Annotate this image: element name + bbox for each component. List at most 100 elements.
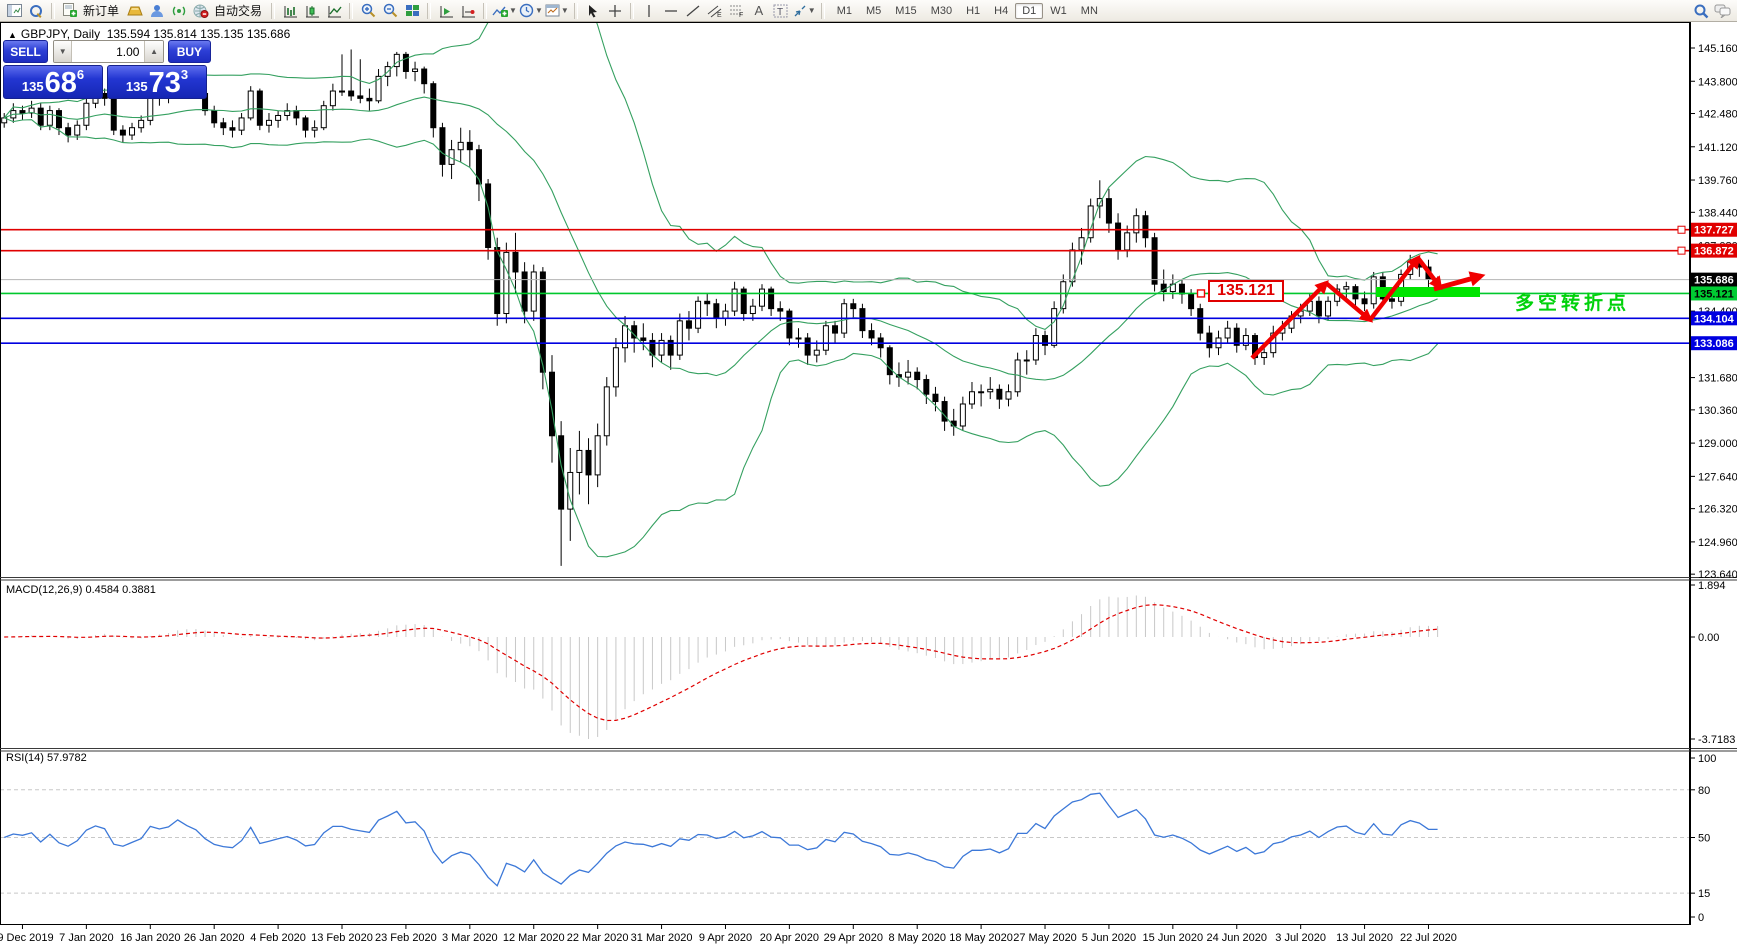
toolbar-separator xyxy=(349,3,353,19)
svg-text:139.760: 139.760 xyxy=(1698,175,1737,187)
sell-price-display[interactable]: 135 68 6 xyxy=(3,65,103,99)
buy-button[interactable]: BUY xyxy=(168,40,211,63)
cursor-icon[interactable] xyxy=(583,2,603,20)
tile-windows-icon[interactable] xyxy=(402,2,422,20)
auto-trading-button[interactable]: 自动交易 xyxy=(214,2,262,19)
zigzag-arrow-segment[interactable] xyxy=(1418,258,1440,287)
text-label-icon[interactable]: T xyxy=(771,2,791,20)
timeframe-m5-button[interactable]: M5 xyxy=(859,3,888,19)
trendline-icon[interactable] xyxy=(683,2,703,20)
fibonacci-icon[interactable]: F xyxy=(727,2,747,20)
toolbar-separator xyxy=(271,3,275,19)
arrows-icon[interactable]: ▼ xyxy=(793,2,816,20)
buy-price-prefix: 135 xyxy=(126,79,148,94)
text-icon[interactable]: A xyxy=(749,2,769,20)
price-callout-label[interactable]: 135.121 xyxy=(1208,280,1284,302)
level-line-handle[interactable] xyxy=(1678,247,1685,254)
svg-text:9 Apr 2020: 9 Apr 2020 xyxy=(699,932,752,944)
chevron-down-icon[interactable]: ▼ xyxy=(561,6,569,15)
chart-title: ▲ GBPJPY, Daily 135.594 135.814 135.135 1… xyxy=(8,27,290,41)
chevron-down-icon[interactable]: ▼ xyxy=(535,6,543,15)
timeframe-w1-button[interactable]: W1 xyxy=(1043,3,1074,19)
svg-text:130.360: 130.360 xyxy=(1698,405,1737,417)
search-icon[interactable] xyxy=(1691,2,1711,20)
buy-price-big: 73 xyxy=(149,70,181,96)
volume-increase-button[interactable]: ▲ xyxy=(144,41,162,62)
toolbar-separator xyxy=(483,3,487,19)
svg-text:3 Jul 2020: 3 Jul 2020 xyxy=(1275,932,1326,944)
symbol-marker-icon: ▲ xyxy=(8,30,17,40)
rsi-line xyxy=(4,793,1437,886)
svg-text:7 Jan 2020: 7 Jan 2020 xyxy=(59,932,113,944)
new-order-icon[interactable] xyxy=(60,2,80,20)
auto-scroll-icon[interactable] xyxy=(436,2,456,20)
market-watch-icon[interactable] xyxy=(26,2,46,20)
horizontal-line-icon[interactable] xyxy=(661,2,681,20)
timeframe-m15-button[interactable]: M15 xyxy=(888,3,923,19)
new-order-button[interactable]: 新订单 xyxy=(83,2,119,19)
indicators-icon[interactable]: ▼ xyxy=(492,2,517,20)
chevron-down-icon[interactable]: ▼ xyxy=(808,6,816,15)
toolbar-separator xyxy=(427,3,431,19)
price-axis[interactable]: 145.160143.800142.480141.120139.760138.4… xyxy=(1690,43,1737,924)
svg-text:20 Apr 2020: 20 Apr 2020 xyxy=(760,932,819,944)
line-chart-icon[interactable] xyxy=(324,2,344,20)
chat-icon[interactable] xyxy=(1713,2,1733,20)
svg-text:0: 0 xyxy=(1698,912,1704,924)
chart-symbol-period: GBPJPY, Daily xyxy=(21,27,100,41)
macd-signal-line xyxy=(4,605,1437,721)
date-axis[interactable]: 29 Dec 20197 Jan 202016 Jan 202026 Jan 2… xyxy=(0,925,1457,944)
periods-icon[interactable]: ▼ xyxy=(519,2,543,20)
callout-anchor-handle[interactable] xyxy=(1198,290,1205,297)
svg-text:15 Jun 2020: 15 Jun 2020 xyxy=(1143,932,1204,944)
level-line-handle[interactable] xyxy=(1678,226,1685,233)
svg-text:1.894: 1.894 xyxy=(1698,580,1726,592)
timeframe-mn-button[interactable]: MN xyxy=(1074,3,1105,19)
volume-stepper: ▼ ▲ xyxy=(53,40,164,63)
rsi-indicator-label: RSI(14) 57.9782 xyxy=(6,752,87,764)
main-price-panel[interactable] xyxy=(0,22,1690,566)
svg-text:24 Jun 2020: 24 Jun 2020 xyxy=(1206,932,1267,944)
svg-text:141.120: 141.120 xyxy=(1698,142,1737,154)
buy-price-display[interactable]: 135 73 3 xyxy=(107,65,207,99)
crosshair-icon[interactable] xyxy=(605,2,625,20)
timeframe-m1-button[interactable]: M1 xyxy=(830,3,859,19)
rsi-panel[interactable] xyxy=(0,790,1690,893)
svg-text:145.160: 145.160 xyxy=(1698,43,1737,55)
bar-chart-icon[interactable] xyxy=(280,2,300,20)
chart-shift-icon[interactable] xyxy=(458,2,478,20)
svg-text:50: 50 xyxy=(1698,833,1710,845)
turning-point-annotation: 多空转折点 xyxy=(1515,288,1630,315)
sell-price-prefix: 135 xyxy=(22,79,44,94)
chart-window-icon[interactable] xyxy=(4,2,24,20)
gold-bar-icon[interactable] xyxy=(125,2,145,20)
channel-icon[interactable]: E xyxy=(705,2,725,20)
timeframe-d1-button[interactable]: D1 xyxy=(1015,3,1043,19)
zoom-in-icon[interactable] xyxy=(358,2,378,20)
vertical-line-icon[interactable] xyxy=(639,2,659,20)
auto-trading-icon[interactable] xyxy=(191,2,211,20)
volume-input[interactable] xyxy=(72,41,144,62)
chart-svg[interactable]: 145.160143.800142.480141.120139.760138.4… xyxy=(0,22,1737,944)
svg-text:136.872: 136.872 xyxy=(1694,246,1734,258)
macd-panel[interactable] xyxy=(4,596,1437,739)
svg-text:12 Mar 2020: 12 Mar 2020 xyxy=(503,932,565,944)
macd-indicator-label: MACD(12,26,9) 0.4584 0.3881 xyxy=(6,584,156,596)
one-click-trading-panel: SELL ▼ ▲ BUY 135 68 6 135 73 3 xyxy=(3,40,211,99)
signal-icon[interactable] xyxy=(169,2,189,20)
timeframe-h1-button[interactable]: H1 xyxy=(959,3,987,19)
chart-ohlc-values: 135.594 135.814 135.135 135.686 xyxy=(107,27,291,41)
timeframe-h4-button[interactable]: H4 xyxy=(987,3,1015,19)
svg-text:131.680: 131.680 xyxy=(1698,373,1737,385)
candlestick-chart-icon[interactable] xyxy=(302,2,322,20)
chevron-down-icon[interactable]: ▼ xyxy=(509,6,517,15)
sell-button[interactable]: SELL xyxy=(3,40,48,63)
svg-text:22 Jul 2020: 22 Jul 2020 xyxy=(1400,932,1457,944)
zoom-out-icon[interactable] xyxy=(380,2,400,20)
sell-price-big: 68 xyxy=(45,70,77,96)
timeframe-m30-button[interactable]: M30 xyxy=(924,3,959,19)
price-chart-canvas[interactable]: 145.160143.800142.480141.120139.760138.4… xyxy=(0,22,1737,944)
community-icon[interactable] xyxy=(147,2,167,20)
volume-decrease-button[interactable]: ▼ xyxy=(54,41,72,62)
templates-icon[interactable]: ▼ xyxy=(545,2,569,20)
